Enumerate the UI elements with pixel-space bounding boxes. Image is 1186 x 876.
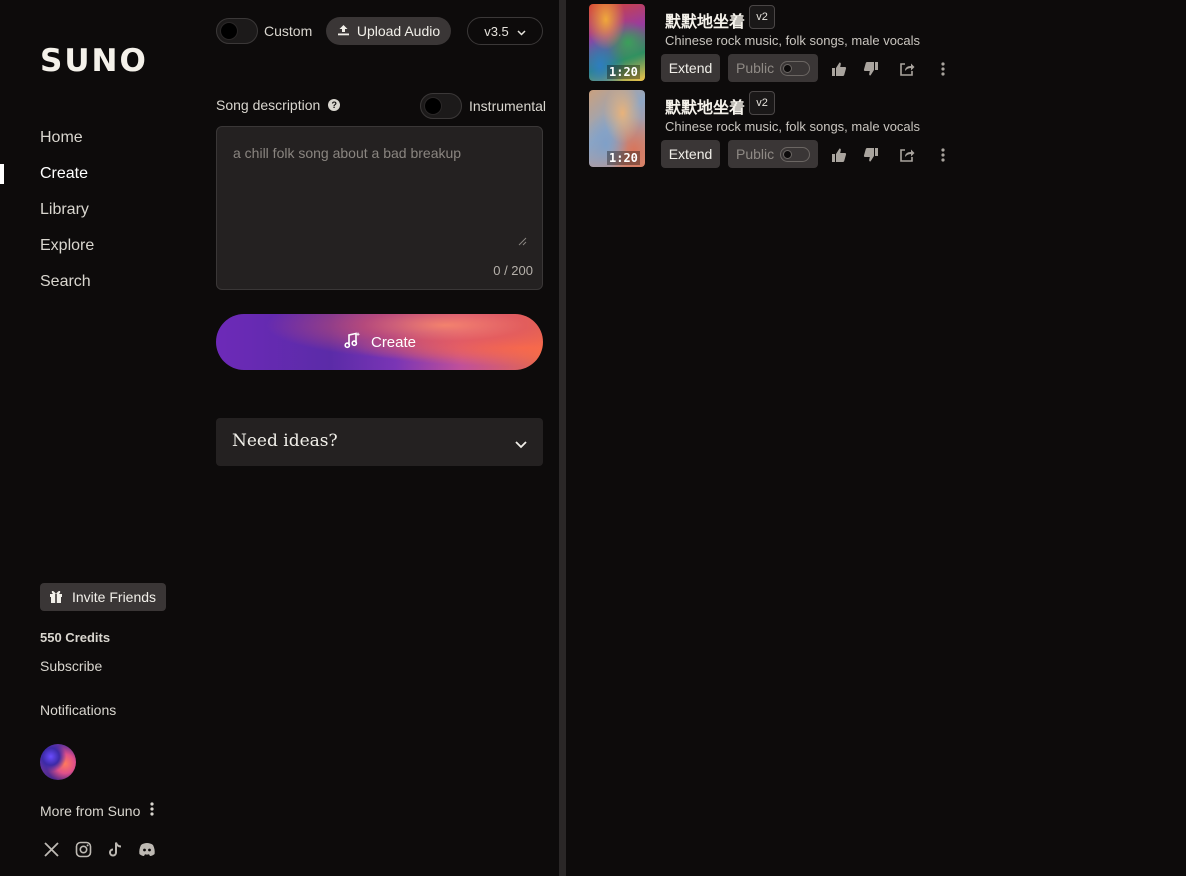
song-title[interactable]: 默默地坐着 <box>665 94 745 118</box>
song-description-label: Song description ? <box>216 97 341 113</box>
sidebar: SUNO Home Create Library Explore Search … <box>0 0 200 876</box>
public-toggle-button[interactable]: Public <box>728 140 818 168</box>
instrumental-label: Instrumental <box>469 98 547 114</box>
song-row[interactable]: 1:20 默默地坐着 v2 Chinese rock music, folk s… <box>589 90 969 176</box>
thumbs-down-icon[interactable] <box>862 146 880 164</box>
public-label: Public <box>736 60 775 76</box>
song-description-box: 0 / 200 <box>216 126 543 290</box>
upload-audio-button[interactable]: Upload Audio <box>326 17 451 45</box>
public-label: Public <box>736 146 775 162</box>
create-button-label: Create <box>370 333 417 351</box>
thumbs-up-icon[interactable] <box>830 60 848 78</box>
nav-item-create[interactable]: Create <box>0 156 200 192</box>
instagram-icon[interactable] <box>74 840 92 858</box>
nav-item-search[interactable]: Search <box>0 264 200 300</box>
song-description-text: Song description <box>216 97 321 113</box>
x-icon[interactable] <box>42 840 60 858</box>
song-description-input[interactable] <box>233 145 527 245</box>
extend-button[interactable]: Extend <box>661 140 720 168</box>
song-row[interactable]: 1:20 默默地坐着 v2 Chinese rock music, folk s… <box>589 4 969 90</box>
song-duration: 1:20 <box>607 65 640 79</box>
suno-logo[interactable]: SUNO <box>40 43 148 79</box>
instrumental-toggle[interactable] <box>420 93 462 119</box>
more-options-icon[interactable] <box>934 60 952 78</box>
kebab-menu-icon[interactable] <box>150 802 154 819</box>
extend-button[interactable]: Extend <box>661 54 720 82</box>
song-cover-image[interactable]: 1:20 <box>589 90 645 167</box>
create-button[interactable]: Create <box>216 314 543 370</box>
invite-friends-label: Invite Friends <box>72 589 157 605</box>
help-icon[interactable]: ? <box>328 99 341 111</box>
discord-icon[interactable] <box>138 840 156 858</box>
need-ideas-label: Need ideas? <box>232 431 338 451</box>
share-icon[interactable] <box>898 60 916 78</box>
custom-mode-label: Custom <box>264 23 313 39</box>
model-version-select[interactable]: v3.5 <box>467 17 543 45</box>
create-toolbar: Custom Upload Audio v3.5 <box>216 17 543 45</box>
thumbs-down-icon[interactable] <box>862 60 880 78</box>
song-tags: Chinese rock music, folk songs, male voc… <box>665 119 921 134</box>
need-ideas-accordion[interactable]: Need ideas? <box>216 418 543 466</box>
chevron-down-icon <box>517 24 526 39</box>
create-panel: Custom Upload Audio v3.5 Song descriptio… <box>200 0 559 876</box>
song-duration: 1:20 <box>607 151 640 165</box>
chevron-down-icon <box>515 436 527 454</box>
social-links <box>42 840 156 858</box>
song-cover-image[interactable]: 1:20 <box>589 4 645 81</box>
song-title[interactable]: 默默地坐着 <box>665 8 745 32</box>
invite-friends-button[interactable]: Invite Friends <box>40 583 167 611</box>
thumbs-up-icon[interactable] <box>830 146 848 164</box>
main-nav: Home Create Library Explore Search <box>0 120 200 300</box>
upload-audio-label: Upload Audio <box>356 23 441 39</box>
nav-item-home[interactable]: Home <box>0 120 200 156</box>
more-from-suno-label: More from Suno <box>40 802 141 819</box>
public-switch[interactable] <box>780 61 810 76</box>
nav-item-library[interactable]: Library <box>0 192 200 228</box>
custom-mode-toggle[interactable] <box>216 18 258 44</box>
upload-icon <box>337 23 350 39</box>
character-counter: 0 / 200 <box>493 263 533 278</box>
tiktok-icon[interactable] <box>106 840 124 858</box>
more-options-icon[interactable] <box>934 146 952 164</box>
song-tags: Chinese rock music, folk songs, male voc… <box>665 33 921 48</box>
credits-count: 550 Credits <box>40 630 111 645</box>
panel-divider[interactable] <box>559 0 566 876</box>
public-switch[interactable] <box>780 147 810 162</box>
nav-item-explore[interactable]: Explore <box>0 228 200 264</box>
more-from-suno[interactable]: More from Suno <box>40 802 154 819</box>
avatar[interactable] <box>40 744 76 780</box>
gift-icon <box>48 588 64 607</box>
subscribe-link[interactable]: Subscribe <box>40 658 102 674</box>
music-sparkle-icon <box>343 331 361 353</box>
resize-handle-icon[interactable] <box>517 233 527 246</box>
share-icon[interactable] <box>898 146 916 164</box>
version-badge: v2 <box>749 91 775 115</box>
song-list: 1:20 默默地坐着 v2 Chinese rock music, folk s… <box>589 4 969 176</box>
version-badge: v2 <box>749 5 775 29</box>
notifications-link[interactable]: Notifications <box>40 702 116 718</box>
model-version-value: v3.5 <box>484 23 509 39</box>
public-toggle-button[interactable]: Public <box>728 54 818 82</box>
